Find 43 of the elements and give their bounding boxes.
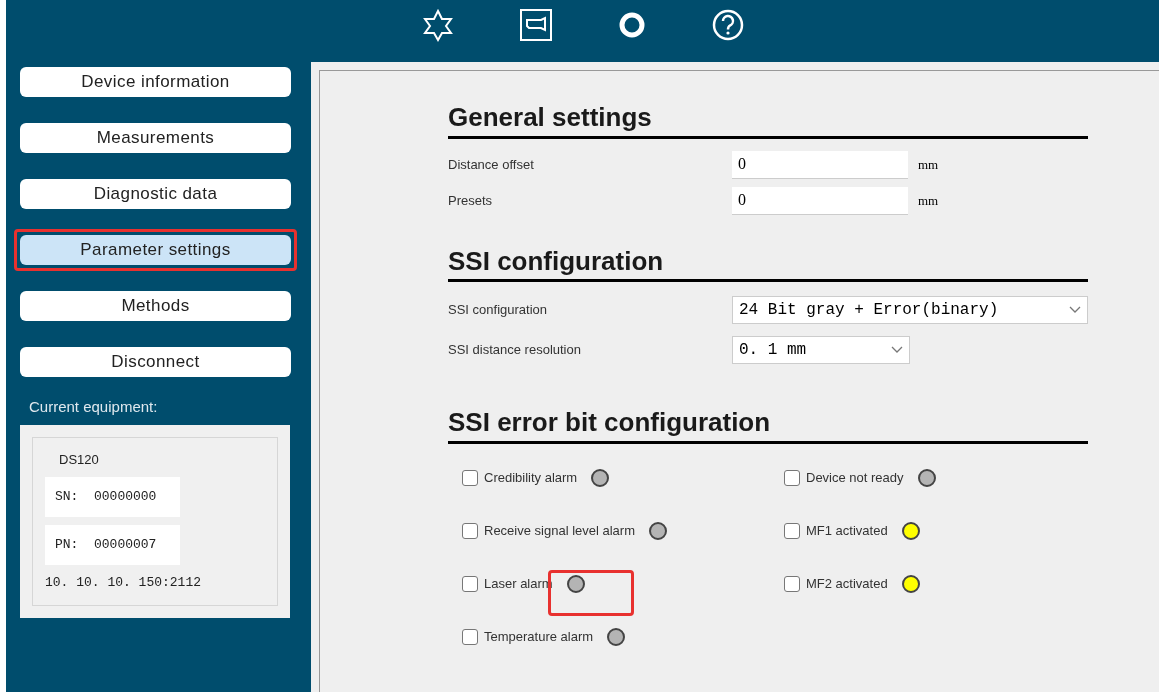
checkbox[interactable] <box>462 470 478 486</box>
equipment-label: Current equipment: <box>28 397 159 417</box>
dropdown[interactable]: 24 Bit gray + Error(binary) <box>732 296 1088 324</box>
camera-icon[interactable] <box>519 8 553 42</box>
nav-button[interactable]: Methods <box>20 291 291 321</box>
section-heading: SSI error bit configuration <box>448 406 772 439</box>
dropdown[interactable]: 0. 1 mm <box>732 336 910 364</box>
checkbox-label: MF2 activated <box>806 575 888 594</box>
unit-label: mm <box>918 155 939 174</box>
checkbox-label: MF1 activated <box>806 522 888 541</box>
nav-button[interactable]: Device information <box>20 67 291 97</box>
chevron-down-icon <box>1069 306 1081 314</box>
nav-button[interactable]: Parameter settings <box>20 235 291 265</box>
checkbox[interactable] <box>784 576 800 592</box>
text-field[interactable]: 0 <box>732 150 908 179</box>
ring-icon[interactable] <box>617 10 647 40</box>
ip-address: 10. 10. 10. 150:2112 <box>45 574 203 592</box>
checkbox[interactable] <box>784 470 800 486</box>
field-label: Presets <box>448 191 494 210</box>
checkbox-label: Device not ready <box>806 469 904 488</box>
checkbox[interactable] <box>784 523 800 539</box>
device-model: DS120 <box>58 450 100 469</box>
checkbox-label: Temperature alarm <box>484 628 594 647</box>
checkbox-label: Receive signal level alarm <box>484 522 635 541</box>
checkbox[interactable] <box>462 523 478 539</box>
checkbox[interactable] <box>462 576 478 592</box>
section-heading: General settings <box>448 101 653 134</box>
part-number: PN: 00000007 <box>45 525 180 565</box>
field-label: SSI configuration <box>448 301 548 320</box>
serial-number: SN: 00000000 <box>45 477 180 517</box>
checkbox-label: Credibility alarm <box>484 469 578 488</box>
field-label: Distance offset <box>448 155 535 174</box>
nav-button[interactable]: Disconnect <box>20 347 291 377</box>
nav-button[interactable]: Measurements <box>20 123 291 153</box>
star-icon[interactable] <box>421 8 455 42</box>
text-field[interactable]: 0 <box>732 186 908 215</box>
help-icon[interactable] <box>711 8 745 42</box>
field-label: SSI distance resolution <box>448 341 582 360</box>
checkbox[interactable] <box>462 629 478 645</box>
unit-label: mm <box>918 191 939 210</box>
chevron-down-icon <box>891 346 903 354</box>
section-heading: SSI configuration <box>448 244 665 278</box>
nav-button[interactable]: Diagnostic data <box>20 179 291 209</box>
